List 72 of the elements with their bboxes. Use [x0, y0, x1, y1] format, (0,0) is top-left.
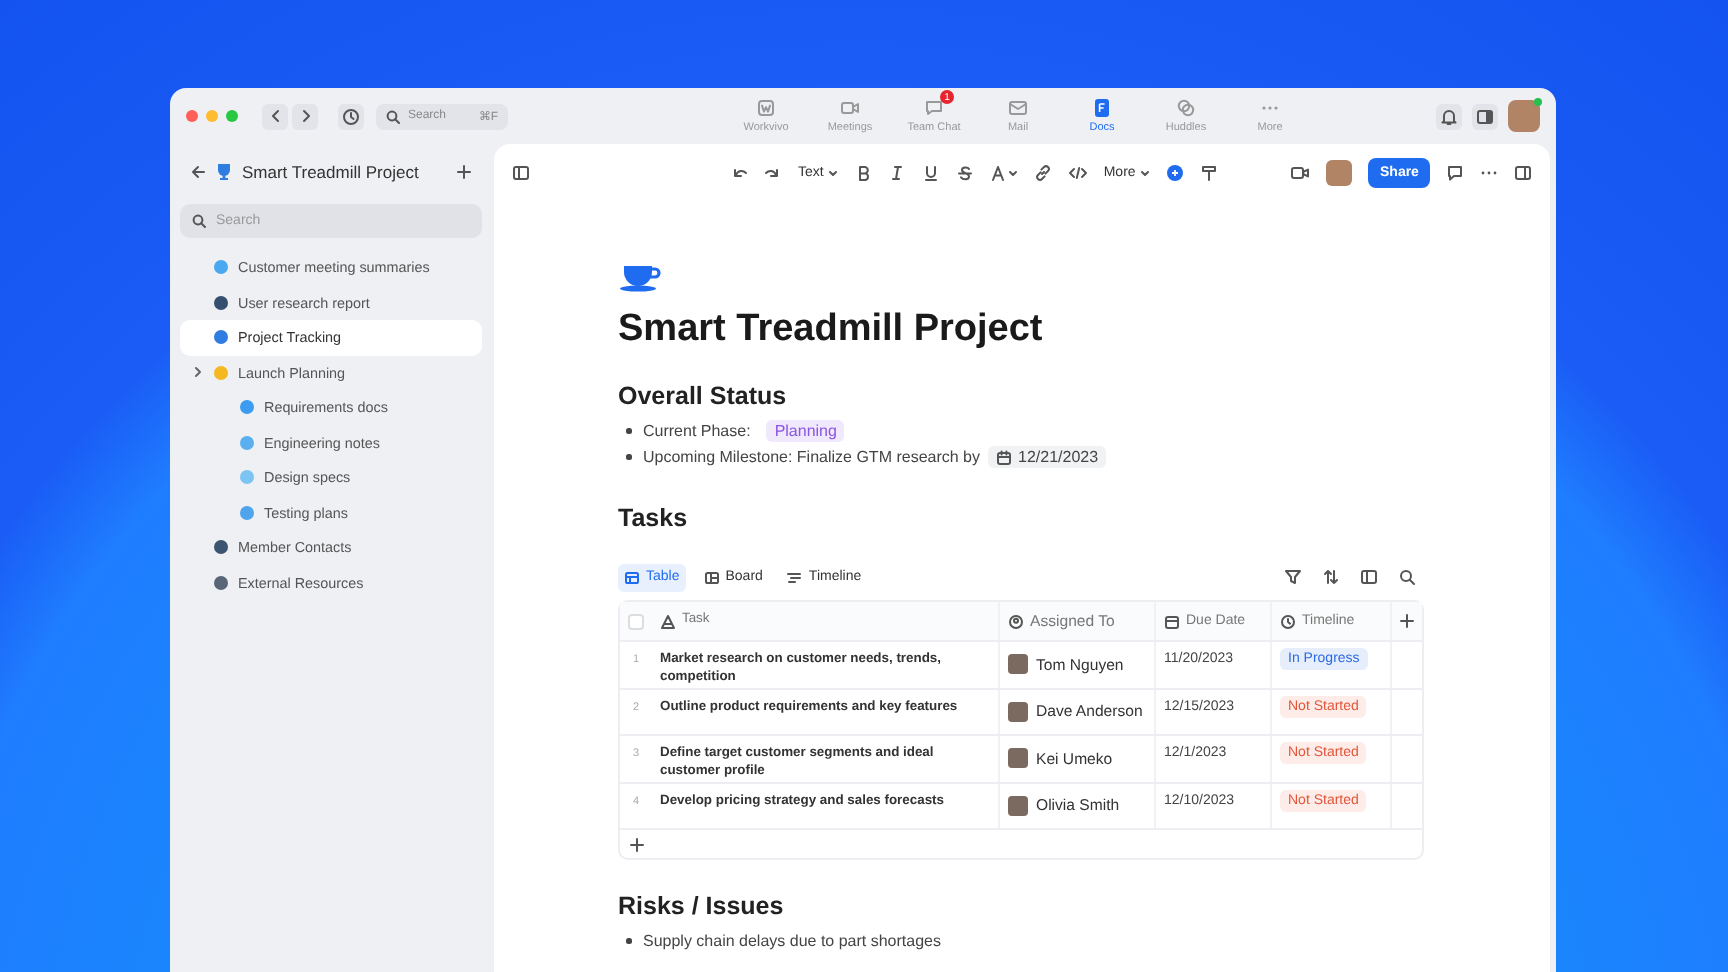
select-all-checkbox[interactable]: [628, 613, 644, 629]
comment-icon[interactable]: [1446, 163, 1464, 181]
bold-icon[interactable]: [853, 163, 872, 181]
chat-bubble-icon: [924, 98, 944, 118]
calendar-icon: [1164, 613, 1180, 629]
redo-icon[interactable]: [764, 163, 782, 181]
add-circle-icon[interactable]: [1165, 163, 1184, 181]
table-icon: [624, 569, 640, 585]
add-icon[interactable]: [1400, 614, 1414, 628]
window-control-dot[interactable]: [206, 110, 218, 122]
panel-icon[interactable]: [1476, 107, 1494, 125]
chevron-right-icon[interactable]: [192, 366, 204, 379]
calendar-icon: [996, 449, 1013, 465]
w-logo-icon: [756, 98, 776, 118]
sidebar-toggle-icon[interactable]: [512, 163, 530, 181]
undo-icon[interactable]: [730, 163, 748, 181]
back-arrow-icon[interactable]: [190, 164, 206, 180]
link-icon[interactable]: [1033, 163, 1052, 181]
add-icon[interactable]: [456, 164, 472, 180]
history-icon[interactable]: [342, 107, 360, 125]
board-icon: [703, 569, 720, 585]
text-type-icon: [660, 613, 676, 629]
avatar: [1008, 701, 1028, 722]
italic-icon[interactable]: [887, 163, 906, 181]
video-camera-icon: [840, 98, 860, 118]
font-color-icon[interactable]: [989, 163, 1018, 181]
underline-icon[interactable]: [921, 163, 940, 181]
bullet-dot: [626, 938, 631, 944]
section-heading: Overall Status: [618, 382, 789, 412]
avatar: [1008, 654, 1028, 675]
back-icon[interactable]: [267, 108, 283, 124]
panel-icon[interactable]: [1514, 163, 1532, 181]
avatar[interactable]: [1326, 159, 1352, 185]
search-icon[interactable]: [1398, 568, 1416, 586]
caret-icon: [827, 167, 838, 177]
circles-icon: [1176, 98, 1196, 118]
project-title: Smart Treadmill Project: [242, 162, 419, 182]
caret-icon: [1139, 167, 1150, 177]
avatar[interactable]: [1508, 100, 1540, 132]
bell-icon[interactable]: [1440, 107, 1458, 125]
clock-icon: [1280, 613, 1296, 629]
code-icon[interactable]: [1067, 163, 1088, 181]
forward-icon[interactable]: [297, 108, 313, 124]
add-row-icon[interactable]: [630, 837, 644, 851]
document-icon: [1092, 98, 1112, 118]
search-icon: [192, 214, 206, 228]
avatar: [1008, 795, 1028, 816]
sort-icon[interactable]: [1322, 568, 1340, 586]
video-camera-icon[interactable]: [1290, 163, 1310, 181]
bullet-text: Upcoming Milestone: Finalize GTM research by: [643, 448, 981, 466]
panel-icon[interactable]: [1360, 568, 1378, 586]
strikethrough-icon[interactable]: [955, 163, 974, 181]
trophy-icon: [214, 162, 234, 182]
timeline-icon: [786, 569, 803, 585]
window-control-dot[interactable]: [186, 110, 198, 122]
search-icon: [386, 109, 400, 123]
online-status-dot: [1534, 98, 1542, 106]
bullet-dot: [626, 454, 631, 460]
date-chip[interactable]: 12/21/2023: [988, 446, 1107, 468]
section-heading: Tasks: [618, 504, 690, 534]
document-title: Smart Treadmill Project: [618, 308, 1045, 352]
window-control-dot[interactable]: [226, 110, 238, 122]
bullet-text: Supply chain delays due to part shortages: [643, 932, 941, 950]
mail-icon: [1008, 98, 1028, 118]
phase-tag: Planning: [766, 420, 845, 442]
section-heading: Risks / Issues: [618, 892, 786, 922]
avatar: [1008, 748, 1028, 769]
bullet-dot: [626, 428, 631, 434]
bullet-text: Current Phase:: [643, 422, 751, 440]
filter-icon[interactable]: [1284, 568, 1302, 586]
person-icon: [1008, 613, 1024, 629]
format-painter-icon[interactable]: [1199, 163, 1218, 181]
